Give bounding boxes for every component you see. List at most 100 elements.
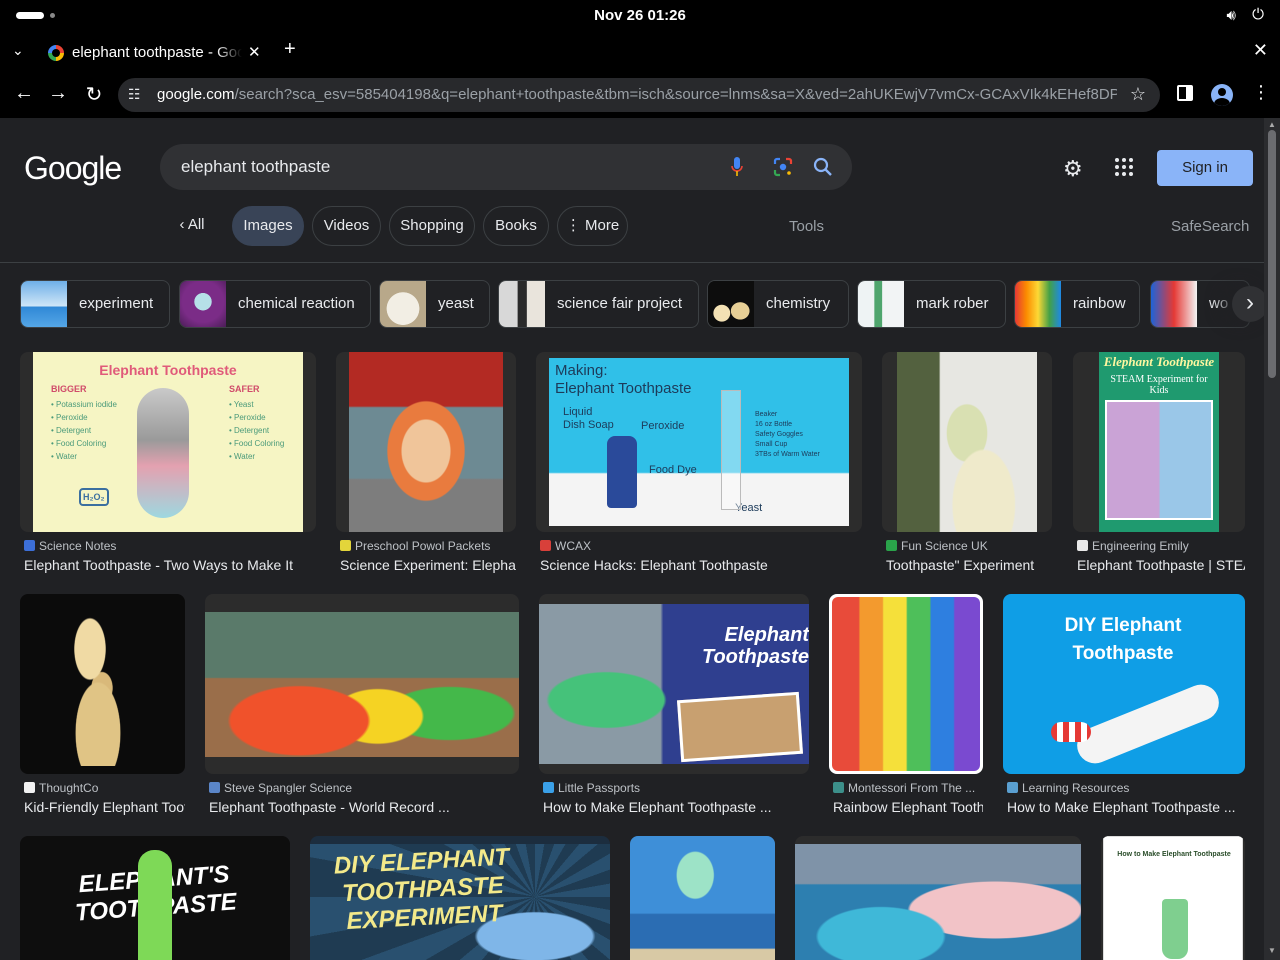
settings-gear-icon[interactable]: ⚙ [1063,156,1083,182]
result-source[interactable]: Fun Science UK [886,539,1052,553]
result-picture: DIY Elephant Toothpaste [1003,594,1245,774]
chevron-right-icon[interactable]: › [1232,286,1264,322]
back-arrow-icon[interactable]: ← [12,82,36,105]
picture-heading: Elephant Toothpaste [99,362,237,378]
chip-chemistry[interactable]: chemistry [707,280,849,328]
picture-subheading: STEAM Experiment for Kids [1110,374,1208,396]
result-picture [630,836,775,960]
browser-tab[interactable]: elephant toothpaste - Google Search ✕ [36,36,270,70]
chip-label: mark rober [916,295,989,312]
new-tab-icon[interactable]: + [284,38,296,61]
filter-videos[interactable]: Videos [312,206,381,246]
chip-science-fair-project[interactable]: science fair project [498,280,699,328]
result-source[interactable]: Little Passports [543,781,809,795]
site-info-icon[interactable]: ☷ [128,86,141,103]
bookmark-star-icon[interactable]: ☆ [1130,84,1146,105]
url-text[interactable]: google.com/search?sca_esv=585404198&q=el… [157,86,1117,103]
result-title[interactable]: Elephant Toothpaste | STEAM [1077,557,1245,573]
chip-thumbnail [499,281,545,327]
chip-rainbow[interactable]: rainbow [1014,280,1140,328]
result-title[interactable]: How to Make Elephant Toothpaste ... [1007,799,1245,815]
result-source[interactable]: Montessori From The ... [833,781,983,795]
result-thumbnail[interactable] [630,836,775,960]
photo-collage [1105,400,1213,520]
google-lens-icon[interactable] [773,157,793,177]
google-apps-icon[interactable] [1115,158,1133,176]
result-source[interactable]: Engineering Emily [1077,539,1245,553]
safesearch-button[interactable]: SafeSearch [1171,218,1249,235]
result-picture [205,612,519,757]
scroll-up-arrow-icon[interactable]: ▲ [1268,120,1276,129]
microphone-icon[interactable] [731,156,743,178]
chip-experiment[interactable]: experiment [20,280,170,328]
result-source[interactable]: Learning Resources [1007,781,1245,795]
scroll-down-arrow-icon[interactable]: ▼ [1268,946,1276,955]
browser-menu-icon[interactable]: ⋮ [1252,82,1270,103]
foam-illustration [137,388,189,518]
result-thumbnail[interactable]: DIY Elephant Toothpaste [1003,594,1245,774]
graduated-cylinder [721,390,741,510]
result-thumbnail[interactable]: Elephant Toothpaste STEAM Experiment for… [1073,352,1245,532]
result-picture [50,616,150,766]
search-icon[interactable] [812,156,834,178]
url-host: google.com [157,86,235,103]
site-favicon-icon [543,782,554,793]
filter-books[interactable]: Books [483,206,549,246]
tools-button[interactable]: Tools [789,218,824,235]
address-bar[interactable]: ☷ google.com/search?sca_esv=585404198&q=… [118,78,1160,112]
google-logo[interactable]: Google [24,150,122,187]
result-thumbnail[interactable] [20,594,185,774]
result-thumbnail[interactable] [795,836,1081,960]
side-panel-icon[interactable] [1177,85,1193,101]
filter-all[interactable]: ‹ All [160,206,224,246]
scrollbar-thumb[interactable] [1268,130,1276,378]
search-input[interactable]: elephant toothpaste [181,157,330,177]
close-tab-icon[interactable]: ✕ [248,43,261,61]
browser-toolbar: ← → ↻ ☷ google.com/search?sca_esv=585404… [0,72,1280,118]
sign-in-button[interactable]: Sign in [1157,150,1253,186]
forward-arrow-icon[interactable]: → [46,82,70,105]
reload-icon[interactable]: ↻ [82,82,106,107]
filter-images[interactable]: Images [232,206,304,246]
picture-bottle-label: H₂O₂ [79,488,109,506]
volume-icon[interactable]: 🔊︎ [1227,7,1236,24]
filter-shopping[interactable]: Shopping [389,206,475,246]
result-title[interactable]: How to Make Elephant Toothpaste ... [543,799,809,815]
result-source[interactable]: Steve Spangler Science [209,781,519,795]
result-thumbnail[interactable] [829,594,983,774]
chip-yeast[interactable]: yeast [379,280,490,328]
result-source[interactable]: Science Notes [24,539,314,553]
chip-mark-rober[interactable]: mark rober [857,280,1006,328]
chip-label: chemistry [766,295,831,312]
result-thumbnail[interactable]: How to Make Elephant Toothpaste [1101,836,1245,960]
result-title[interactable]: Elephant Toothpaste - World Record ... [209,799,519,815]
result-thumbnail[interactable]: Elephant Toothpaste [539,594,809,774]
result-title[interactable]: Science Experiment: Elephant Toothpaste [340,557,516,573]
result-thumbnail[interactable]: ELEPHANT'S TOOTHPASTE [20,836,290,960]
result-title[interactable]: Toothpaste" Experiment [886,557,1052,573]
chip-chemical-reaction[interactable]: chemical reaction [179,280,371,328]
result-thumbnail[interactable]: Elephant Toothpaste BIGGER SAFER • Potas… [20,352,316,532]
result-source[interactable]: ThoughtCo [24,781,185,795]
result-thumbnail[interactable] [336,352,516,532]
picture-bigger-list: • Potassium iodide • Peroxide • Detergen… [51,400,117,461]
profile-avatar-icon[interactable] [1211,84,1233,106]
result-title[interactable]: Kid-Friendly Elephant Toothpaste [24,799,185,815]
result-source[interactable]: Preschool Powol Packets [340,539,516,553]
power-icon[interactable]: ⏻ [1252,6,1264,23]
result-title[interactable]: Elephant Toothpaste - Two Ways to Make I… [24,557,314,573]
result-thumbnail[interactable]: Making: Elephant Toothpaste Liquid Dish … [536,352,862,532]
close-window-icon[interactable]: ✕ [1253,40,1268,61]
filter-more[interactable]: ⋮ More [557,206,628,246]
result-thumbnail[interactable]: DIY ELEPHANT TOOTHPASTE EXPERIMENT [310,836,610,960]
page-scrollbar[interactable]: ▲ ▼ [1264,118,1280,960]
tab-search-chevron-icon[interactable]: ⌄ [12,42,24,59]
result-title[interactable]: Rainbow Elephant Toothpaste [833,799,983,815]
search-box[interactable]: elephant toothpaste [160,144,852,190]
result-thumbnail[interactable] [882,352,1052,532]
os-clock[interactable]: Nov 26 01:26 [0,7,1280,24]
result-thumbnail[interactable] [205,594,519,774]
result-title[interactable]: Science Hacks: Elephant Toothpaste [540,557,860,573]
picture-subheading: Elephant Toothpaste [555,380,692,397]
result-source[interactable]: WCAX [540,539,860,553]
